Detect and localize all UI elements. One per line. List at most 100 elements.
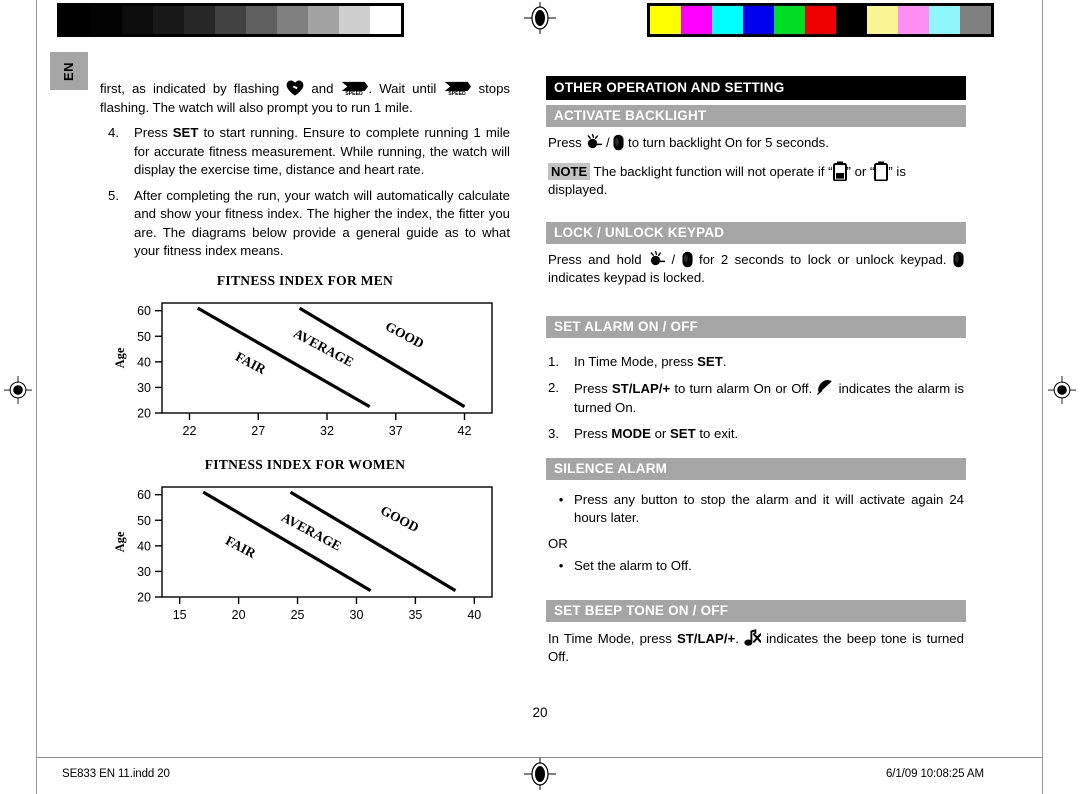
lock-text-post: for 2 seconds to lock or unlock keypad. bbox=[692, 251, 953, 267]
list-item: 1. In Time Mode, press SET. bbox=[548, 353, 964, 372]
alarm-step-number: 2. bbox=[548, 380, 559, 395]
alarm-step-text: In Time Mode, press SET. bbox=[574, 353, 964, 372]
chart-men-title: FITNESS INDEX FOR MEN bbox=[216, 272, 394, 288]
color-swatch-10 bbox=[960, 6, 991, 34]
alarm-step1-bold: SET bbox=[697, 353, 723, 369]
chart-women: FITNESS INDEX FOR WOMEN 20 30 40 50 60 15 20 25… bbox=[100, 457, 510, 629]
color-swatch-5 bbox=[805, 6, 836, 34]
svg-text:40: 40 bbox=[137, 355, 151, 369]
svg-text:GOOD: GOOD bbox=[378, 502, 422, 535]
chart-men: FITNESS INDEX FOR MEN 20 30 40 50 60 22 27 32 37… bbox=[100, 273, 510, 445]
svg-text:30: 30 bbox=[137, 564, 151, 578]
right-column: OTHER OPERATION AND SETTING ACTIVATE BAC… bbox=[546, 76, 966, 669]
key-icon bbox=[953, 251, 964, 267]
registration-mark-right bbox=[1048, 376, 1076, 404]
color-swatch-0 bbox=[650, 6, 681, 34]
alarm-step2-pre: Press bbox=[574, 381, 612, 396]
step-text-pre: Press bbox=[134, 125, 173, 140]
backlight-text-pre: Press bbox=[548, 135, 586, 150]
language-tab-label: EN bbox=[61, 61, 77, 81]
lock-instruction: Press and hold / for 2 seconds to lock o… bbox=[548, 250, 964, 288]
alarm-step-text: Press MODE or SET to exit. bbox=[574, 425, 964, 444]
svg-text:15: 15 bbox=[173, 608, 187, 622]
key-icon bbox=[613, 134, 624, 151]
svg-text:27: 27 bbox=[251, 424, 265, 438]
color-swatch-7 bbox=[867, 6, 898, 34]
svg-text:60: 60 bbox=[137, 488, 151, 502]
svg-text:AVERAGE: AVERAGE bbox=[291, 325, 356, 369]
svg-text:22: 22 bbox=[183, 424, 197, 438]
key-icon bbox=[682, 251, 693, 267]
page-number: 20 bbox=[532, 705, 548, 720]
svg-text:32: 32 bbox=[320, 424, 334, 438]
alarm-step1-pre: In Time Mode, press bbox=[574, 353, 698, 369]
left-column: first, as indicated by flashing and SPEE… bbox=[100, 80, 510, 629]
alarm-step3-bold-set: SET bbox=[670, 426, 696, 441]
svg-text:30: 30 bbox=[137, 380, 151, 394]
continued-text-3: . Wait until bbox=[368, 81, 444, 96]
section-activate-backlight: ACTIVATE BACKLIGHT Press / to turn backl… bbox=[546, 105, 966, 200]
svg-text:FAIR: FAIR bbox=[233, 348, 269, 376]
svg-text:SPEED: SPEED bbox=[346, 91, 364, 96]
footer-filename: SE833 EN 11.indd 20 bbox=[62, 768, 170, 780]
gray-swatch-7 bbox=[277, 6, 308, 34]
gray-swatch-9 bbox=[339, 6, 370, 34]
section-header-set-alarm: SET ALARM ON / OFF bbox=[546, 315, 966, 338]
list-item: 5. After completing the run, your watch … bbox=[100, 187, 510, 261]
list-item: 2. Press ST/LAP/+ to turn alarm On or Of… bbox=[548, 379, 964, 417]
alarm-step2-bold: ST/LAP/+ bbox=[611, 381, 671, 396]
backlight-icon bbox=[587, 134, 603, 149]
note-badge: NOTE bbox=[548, 162, 591, 180]
gray-swatch-2 bbox=[122, 6, 153, 34]
footer-divider bbox=[36, 757, 1043, 758]
section-body-beep-tone: In Time Mode, press ST/LAP/+. indicates … bbox=[546, 622, 966, 667]
color-swatch-2 bbox=[712, 6, 743, 34]
section-body-silence-alarm: • Press any button to stop the alarm and… bbox=[546, 480, 966, 576]
svg-text:SPEED: SPEED bbox=[449, 91, 467, 96]
section-set-alarm: SET ALARM ON / OFF 1. In Time Mode, pres… bbox=[546, 315, 966, 444]
svg-text:40: 40 bbox=[137, 539, 151, 553]
battery-empty-icon bbox=[874, 161, 889, 181]
beep-off-icon bbox=[744, 628, 761, 646]
step-number: 4. bbox=[108, 125, 119, 140]
gray-swatch-3 bbox=[153, 6, 184, 34]
color-swatch-6 bbox=[836, 6, 867, 34]
trim-rule-right bbox=[1042, 0, 1043, 794]
list-item: • Press any button to stop the alarm and… bbox=[548, 491, 964, 528]
svg-text:35: 35 bbox=[408, 608, 422, 622]
bullet-icon: • bbox=[558, 558, 564, 573]
svg-text:40: 40 bbox=[467, 608, 481, 622]
gray-swatch-0 bbox=[60, 6, 91, 34]
backlight-instruction: Press / to turn backlight On for 5 secon… bbox=[548, 134, 964, 153]
note-text-mid: ” or “ bbox=[846, 163, 875, 179]
svg-text:37: 37 bbox=[389, 424, 403, 438]
registration-mark-bottom bbox=[524, 758, 556, 790]
beep-bold: ST/LAP/+ bbox=[676, 630, 736, 646]
list-item: • Set the alarm to Off. bbox=[548, 557, 964, 576]
section-header-lock: LOCK / UNLOCK KEYPAD bbox=[546, 221, 966, 244]
section-header-silence-alarm: SILENCE ALARM bbox=[546, 457, 966, 480]
step-text: Press SET to start running. Ensure to co… bbox=[134, 124, 510, 180]
alarm-step-text: Press ST/LAP/+ to turn alarm On or Off. … bbox=[574, 379, 964, 417]
color-swatch-8 bbox=[898, 6, 929, 34]
color-swatch-3 bbox=[743, 6, 774, 34]
svg-text:Age: Age bbox=[113, 531, 127, 552]
color-swatch-1 bbox=[681, 6, 712, 34]
svg-text:50: 50 bbox=[137, 329, 151, 343]
continued-text-2: and bbox=[304, 81, 341, 96]
or-label: OR bbox=[548, 535, 568, 551]
color-calibration-bar bbox=[647, 3, 994, 37]
silence-bullet-text: Press any button to stop the alarm and i… bbox=[574, 491, 964, 526]
speed-icon: SPEED bbox=[342, 81, 369, 96]
gray-swatch-10 bbox=[370, 6, 401, 34]
registration-mark-top bbox=[524, 2, 556, 34]
section-body-set-alarm: 1. In Time Mode, press SET. 2. Press ST/… bbox=[546, 338, 966, 444]
svg-text:60: 60 bbox=[137, 304, 151, 318]
speed-icon: SPEED bbox=[445, 81, 472, 96]
alarm-step-number: 1. bbox=[548, 353, 559, 369]
step-bold-set: SET bbox=[172, 125, 199, 140]
list-item: 3. Press MODE or SET to exit. bbox=[548, 425, 964, 444]
alarm-step3-mid: or bbox=[650, 426, 670, 441]
svg-text:Age: Age bbox=[113, 347, 127, 368]
backlight-text-post: to turn backlight On for 5 seconds. bbox=[624, 135, 829, 150]
